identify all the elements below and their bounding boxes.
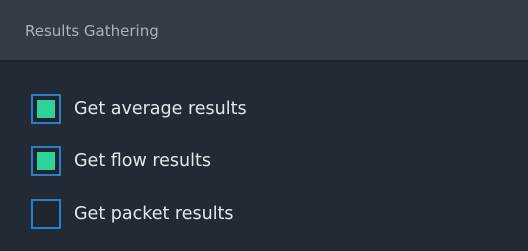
- get-average-results-label[interactable]: Get average results: [74, 99, 247, 119]
- get-flow-results-label[interactable]: Get flow results: [74, 151, 211, 171]
- get-average-results-option[interactable]: Get average results: [31, 93, 247, 125]
- get-packet-results-option[interactable]: Get packet results: [31, 198, 234, 230]
- get-packet-results-checkbox[interactable]: [31, 199, 61, 229]
- get-flow-results-option[interactable]: Get flow results: [31, 145, 211, 177]
- checkmark-fill-icon: [37, 152, 55, 170]
- panel-header: Results Gathering: [0, 0, 528, 62]
- panel-title: Results Gathering: [25, 22, 159, 40]
- get-average-results-checkbox[interactable]: [31, 94, 61, 124]
- checkmark-fill-icon: [37, 100, 55, 118]
- results-gathering-panel: Results Gathering Get average results Ge…: [0, 0, 528, 251]
- get-flow-results-checkbox[interactable]: [31, 146, 61, 176]
- get-packet-results-label[interactable]: Get packet results: [74, 204, 234, 224]
